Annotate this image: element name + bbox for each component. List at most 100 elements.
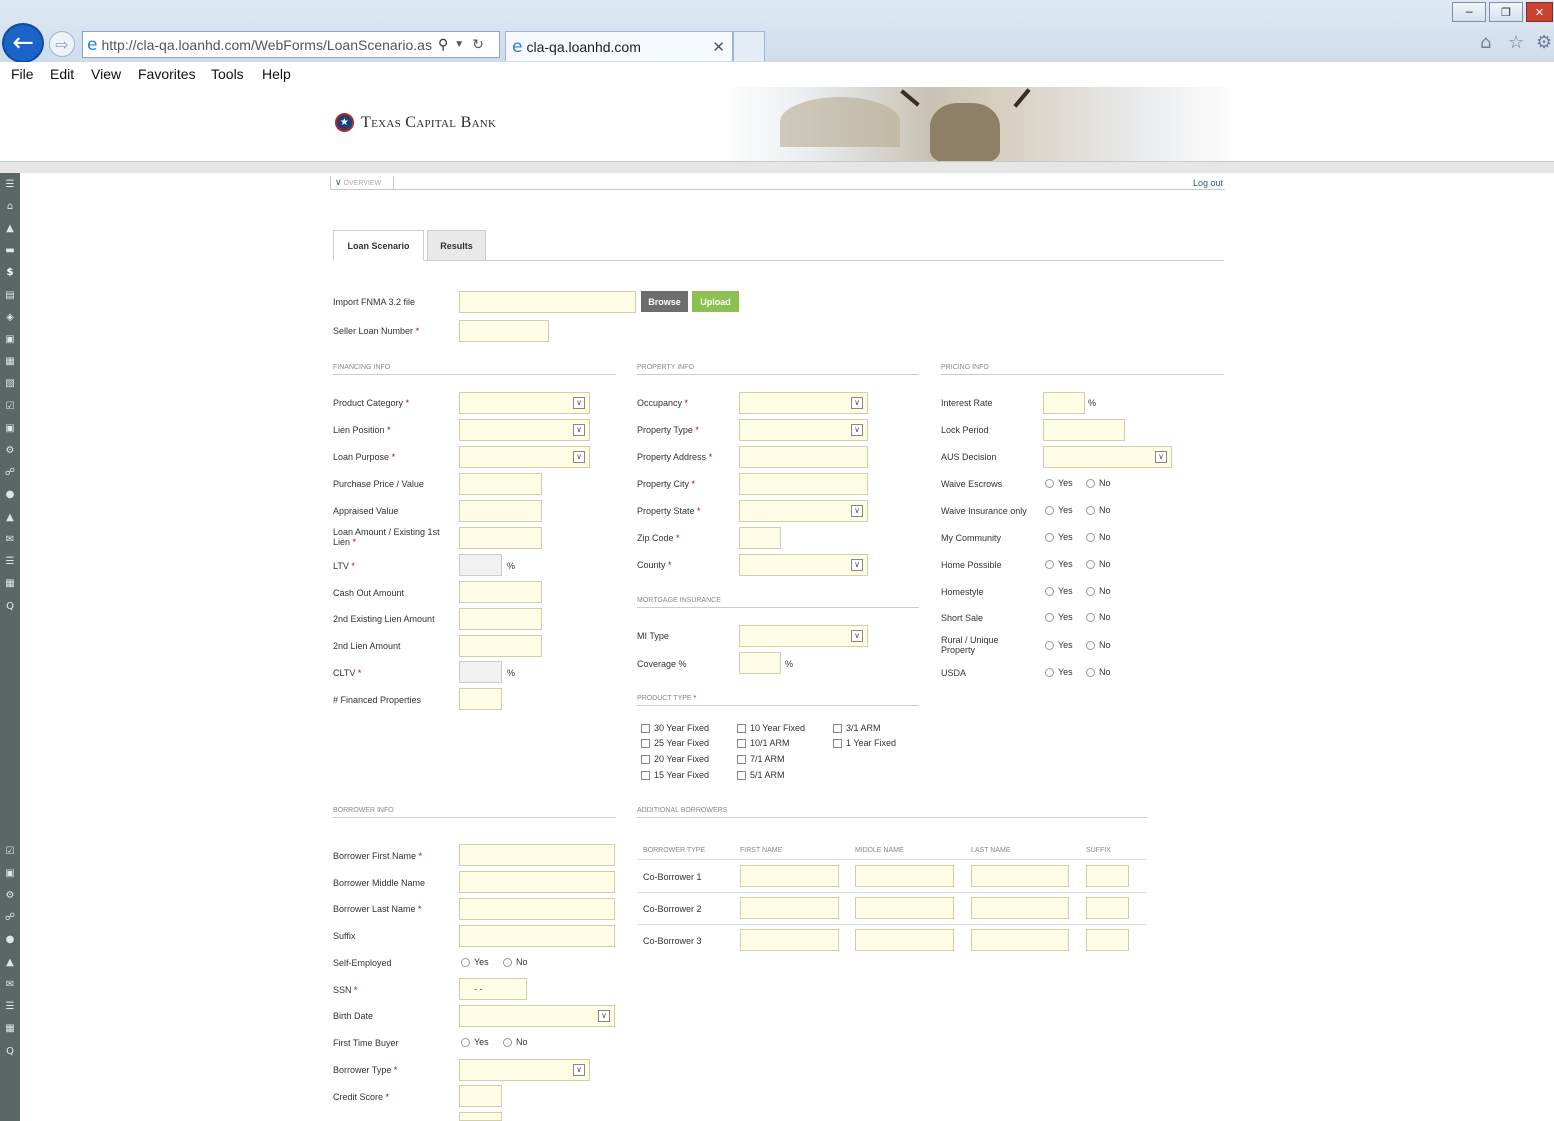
first-time-buyer-yes-radio[interactable]: Yes	[461, 1037, 489, 1047]
menu-edit[interactable]: Edit	[50, 66, 74, 82]
ssn-input[interactable]: - -	[459, 978, 527, 1000]
settings-icon[interactable]: ⚙	[3, 444, 17, 458]
gear-icon[interactable]: ⚙	[1536, 32, 1552, 53]
first-time-buyer-no-radio[interactable]: No	[503, 1037, 528, 1047]
home-icon[interactable]: ⌂	[1480, 32, 1491, 53]
dropdown-icon[interactable]: ▼	[454, 39, 464, 50]
usda-no-radio[interactable]: No	[1086, 667, 1111, 677]
short-sale-no-radio[interactable]: No	[1086, 612, 1111, 622]
image-icon[interactable]: ▣	[3, 333, 17, 347]
property-city-input[interactable]	[739, 473, 868, 495]
bank-icon[interactable]: ▲	[3, 956, 17, 970]
co-borrower-1-middle-name[interactable]	[855, 865, 954, 887]
second-existing-lien-input[interactable]	[459, 608, 542, 630]
bank-icon[interactable]: ▲	[3, 511, 17, 525]
appraised-value-input[interactable]	[459, 500, 542, 522]
check-box-icon[interactable]: ☑	[3, 400, 17, 414]
lock-period-input[interactable]	[1043, 419, 1125, 441]
product-10-1-arm-checkbox[interactable]: 10/1 ARM	[737, 738, 790, 748]
homestyle-no-radio[interactable]: No	[1086, 586, 1111, 596]
self-employed-yes-radio[interactable]: Yes	[461, 957, 489, 967]
co-borrower-1-last-name[interactable]	[971, 865, 1069, 887]
menu-view[interactable]: View	[91, 66, 121, 82]
financed-properties-input[interactable]	[459, 688, 502, 710]
forward-icon[interactable]: ⇨	[49, 31, 75, 57]
seller-loan-number-input[interactable]	[459, 320, 549, 342]
co-borrower-2-first-name[interactable]	[740, 897, 839, 919]
cash-out-input[interactable]	[459, 581, 542, 603]
product-10yr-checkbox[interactable]: 10 Year Fixed	[737, 723, 805, 733]
overview-toggle[interactable]: ∨ OVERVIEW	[330, 176, 394, 190]
my-community-yes-radio[interactable]: Yes	[1045, 532, 1073, 542]
document-icon[interactable]: ▤	[3, 289, 17, 303]
homestyle-yes-radio[interactable]: Yes	[1045, 586, 1073, 596]
self-employed-no-radio[interactable]: No	[503, 957, 528, 967]
product-7-1-arm-checkbox[interactable]: 7/1 ARM	[737, 754, 785, 764]
home-possible-no-radio[interactable]: No	[1086, 559, 1111, 569]
short-sale-yes-radio[interactable]: Yes	[1045, 612, 1073, 622]
loan-amount-input[interactable]	[459, 527, 542, 549]
browse-button[interactable]: Browse	[641, 291, 688, 312]
property-state-select[interactable]: ∨	[739, 500, 868, 522]
co-borrower-3-middle-name[interactable]	[855, 929, 954, 951]
refresh-icon[interactable]: ↻	[472, 37, 484, 53]
user-icon[interactable]: ●	[3, 933, 17, 947]
list-icon[interactable]: ☰	[3, 1000, 17, 1014]
product-category-select[interactable]: ∨	[459, 392, 590, 414]
close-window-icon[interactable]: ✕	[1526, 2, 1553, 22]
file-icon[interactable]: ▦	[3, 355, 17, 369]
co-borrower-1-first-name[interactable]	[740, 865, 839, 887]
waive-escrows-no-radio[interactable]: No	[1086, 478, 1111, 488]
rural-unique-yes-radio[interactable]: Yes	[1045, 640, 1073, 650]
favorites-star-icon[interactable]: ☆	[1508, 32, 1524, 53]
waive-insurance-no-radio[interactable]: No	[1086, 505, 1111, 515]
product-15yr-checkbox[interactable]: 15 Year Fixed	[641, 770, 709, 780]
second-lien-input[interactable]	[459, 635, 542, 657]
credit-score-input[interactable]	[459, 1085, 502, 1107]
product-25yr-checkbox[interactable]: 25 Year Fixed	[641, 738, 709, 748]
aus-decision-select[interactable]: ∨	[1043, 446, 1172, 468]
back-icon[interactable]: ←	[2, 23, 44, 63]
user-icon[interactable]: ●	[3, 488, 17, 502]
loan-purpose-select[interactable]: ∨	[459, 446, 590, 468]
list-icon[interactable]: ☰	[3, 555, 17, 569]
settings-icon[interactable]: ⚙	[3, 889, 17, 903]
lock-icon[interactable]: ▣	[3, 422, 17, 436]
mail-icon[interactable]: ✉	[3, 533, 17, 547]
co-borrower-2-last-name[interactable]	[971, 897, 1069, 919]
search-icon[interactable]: ⚲	[438, 37, 448, 53]
browser-tab[interactable]: e cla-qa.loanhd.com ✕	[505, 31, 733, 61]
dollar-icon[interactable]: $	[3, 266, 17, 280]
chart-icon[interactable]: ▲	[3, 222, 17, 236]
zip-code-input[interactable]	[739, 527, 781, 549]
menu-file[interactable]: File	[11, 66, 34, 82]
purchase-price-input[interactable]	[459, 473, 542, 495]
mail-icon[interactable]: ✉	[3, 978, 17, 992]
suffix-input[interactable]	[459, 925, 615, 947]
product-20yr-checkbox[interactable]: 20 Year Fixed	[641, 754, 709, 764]
property-type-select[interactable]: ∨	[739, 419, 868, 441]
menu-favorites[interactable]: Favorites	[138, 66, 196, 82]
borrower-first-name-input[interactable]	[459, 844, 615, 866]
home-possible-yes-radio[interactable]: Yes	[1045, 559, 1073, 569]
close-tab-icon[interactable]: ✕	[712, 38, 725, 56]
property-address-input[interactable]	[739, 446, 868, 468]
borrower-last-name-input[interactable]	[459, 898, 615, 920]
borrower-type-select[interactable]: ∨	[459, 1059, 590, 1081]
lock-icon[interactable]: ▣	[3, 867, 17, 881]
upload-button[interactable]: Upload	[692, 291, 739, 312]
table-icon[interactable]: ▦	[3, 1022, 17, 1036]
folder-icon[interactable]: ▬	[3, 244, 17, 258]
waive-escrows-yes-radio[interactable]: Yes	[1045, 478, 1073, 488]
logout-link[interactable]: Log out	[1193, 178, 1223, 188]
handshake-icon[interactable]: ☍	[3, 911, 17, 925]
import-file-input[interactable]	[459, 291, 636, 313]
co-borrower-1-suffix[interactable]	[1086, 865, 1129, 887]
my-community-no-radio[interactable]: No	[1086, 532, 1111, 542]
co-borrower-3-first-name[interactable]	[740, 929, 839, 951]
table-icon[interactable]: ▦	[3, 577, 17, 591]
county-select[interactable]: ∨	[739, 554, 868, 576]
coverage-input[interactable]	[739, 652, 781, 674]
lien-position-select[interactable]: ∨	[459, 419, 590, 441]
search-icon[interactable]: Q	[3, 600, 17, 614]
